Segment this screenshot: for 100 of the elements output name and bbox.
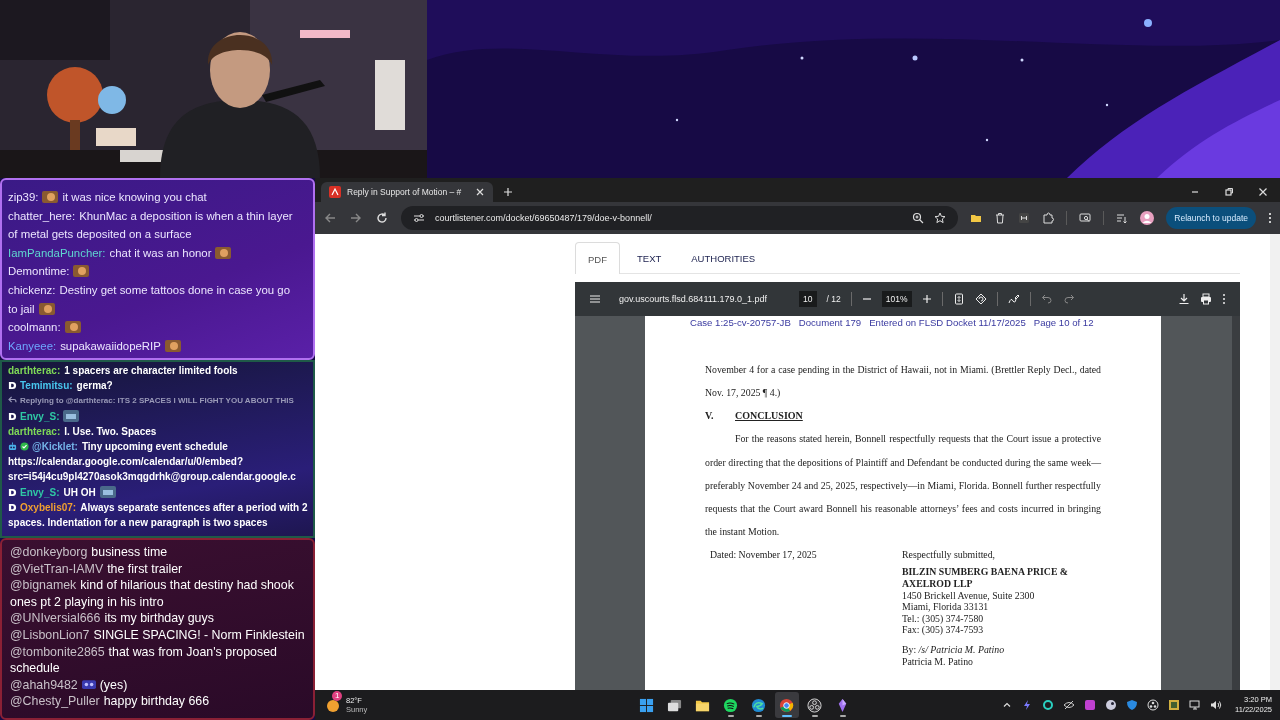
message-text: it was nice knowing you chat [62,190,207,205]
page-header: Case 1:25-cv-20757-JB Document 179 Entered on FLSD Docket 11/17/2025 Page 10 of 12 [690,317,1095,328]
message-text: the first trailer [107,560,183,578]
username: @tombonite2865 [10,643,105,661]
message-text: spaces. Indentation for a new paragraph is two spaces [8,516,268,531]
message-text: germa? [76,379,113,394]
section-heading: CONCLUSION [735,409,803,424]
menu-icon[interactable] [1268,212,1272,224]
redo-icon[interactable] [1062,293,1075,305]
signature-line: By: /s/ Patricia M. Patino [902,644,1006,656]
username: Envy_S: [20,409,60,424]
scrollbar[interactable] [1270,234,1280,690]
menu-icon[interactable] [589,293,601,305]
username: @ahah9482 [10,676,78,694]
print-icon[interactable] [1200,293,1212,305]
emote-icon [42,191,59,203]
username: Envy_S: [20,485,60,500]
message-text: src=i54j4cu9pl4270asok3mqgdrhk@group.calendar.google.c [8,470,296,485]
page-number-field[interactable]: 10 [799,291,817,307]
browser-tab[interactable]: Reply in Support of Motion – # [321,182,493,202]
trash-icon[interactable] [994,212,1007,224]
download-icon[interactable] [1178,293,1190,305]
reload-icon[interactable] [375,211,389,225]
back-icon[interactable] [323,211,337,225]
more-icon[interactable] [1222,293,1226,305]
emote-icon [64,321,81,334]
grid-icon[interactable] [1018,212,1031,224]
shield-icon[interactable] [1126,699,1139,711]
date-line: Dated: November 17, 2025 [709,548,818,563]
page-count: / 12 [826,294,841,304]
extensions-icon[interactable] [1042,212,1055,224]
site-settings-icon[interactable] [413,212,425,224]
emote-icon [99,485,116,498]
app-tray-icon[interactable] [1084,699,1097,711]
star-icon[interactable] [934,212,947,224]
chevron-up-icon[interactable] [1002,700,1013,710]
new-tab-icon[interactable] [503,187,513,197]
message-text: supakawaiidopeRIP [60,338,161,354]
document-tab[interactable]: PDF [575,242,620,274]
fit-page-icon[interactable] [952,293,965,305]
close-icon[interactable] [475,187,485,197]
username: Oxybelis07: [20,500,77,515]
username: @LisbonLion7 [10,626,90,644]
message-text: kind of hilarious that destiny had shook [80,577,294,594]
zoom-icon[interactable] [912,212,925,224]
section-number: V. [705,409,715,424]
username: @UNIversial666 [10,610,101,627]
username: @donkeyborg [10,544,88,561]
username: darthterac: [8,424,61,439]
avatar-icon[interactable] [1140,211,1155,225]
music-app-icon [723,697,739,713]
sun-icon[interactable] [325,697,341,713]
message-text: KhunMac a deposition is when a thin layer [79,208,293,224]
address-bar[interactable]: courtlistener.com/docket/69650487/179/doe-v-bonnell/ [401,206,959,230]
taskbar-app[interactable] [774,692,799,718]
message-text: that was from Joan's proposed [108,643,277,661]
message-text: https://calendar.google.com/calendar/u/0/embed? [8,455,244,470]
message-text: SINGLE SPACING! - Norm Finklestein [93,626,305,644]
hidden-eye-icon[interactable] [1063,699,1076,711]
task-view-icon [667,697,683,713]
reading-list-icon[interactable] [1116,212,1129,224]
username: Kanyeee: [8,338,57,354]
screen-search-icon[interactable] [1079,212,1092,224]
forward-icon[interactable] [349,211,363,225]
message-text: of metal gets deposited on a surface [8,227,192,243]
network-icon[interactable] [1189,699,1202,711]
firm-name: BILZIN SUMBERG BAENA PRICE & AXELROD LLP [902,566,1070,590]
username: IamPandaPuncher: [8,245,106,261]
message-text: ones pt 2 playing in his intro [10,593,164,611]
message-text: 1 spacers are character limited fools [64,364,238,378]
zoom-level-field[interactable]: 101% [881,291,912,307]
relaunch-button[interactable]: Relaunch to update [1166,207,1256,229]
emote-icon [164,339,181,352]
emote-icon [81,679,96,689]
folder-icon[interactable] [970,212,983,224]
message-text: happy birthday 666 [103,693,210,710]
reply-text: Replying to @darthterac: ITS 2 SPACES I WILL FIGHT YOU ABOUT THIS [20,396,294,406]
emote-icon [215,246,232,259]
restore-icon[interactable] [1224,187,1234,197]
reply-icon [8,396,17,404]
message-text: Always separate sentences after a period with 2 [80,500,308,515]
message-text: its my birthday guys [104,610,214,627]
zoom-in-icon[interactable] [921,294,932,304]
document-tab[interactable]: TEXT [624,242,675,273]
message-text: Destiny get some tattoos done in case you go [59,282,290,298]
paragraph: November 4 for a case pending in the District of Hawaii, not in Miami. (Brettler Reply Decl., dated Nov. 17, 2025 ¶ 4.) [705,363,1101,401]
address-line: Fax: (305) 374-7593 [902,624,985,636]
rotate-icon[interactable] [974,293,987,305]
emote-icon [38,302,55,315]
undo-icon[interactable] [1040,293,1053,305]
message-text: schedule [10,660,60,677]
scrollbar[interactable] [1232,316,1240,690]
ring-icon[interactable] [1042,699,1055,711]
document-tab[interactable]: AUTHORITIES [678,242,769,273]
username: zip39: [8,190,39,205]
draw-icon[interactable] [1007,293,1020,305]
username: @Chesty_Puller [10,693,100,710]
message-text: (yes) [99,676,128,694]
close-icon[interactable] [1258,187,1268,197]
speaker-icon[interactable] [1210,699,1223,711]
